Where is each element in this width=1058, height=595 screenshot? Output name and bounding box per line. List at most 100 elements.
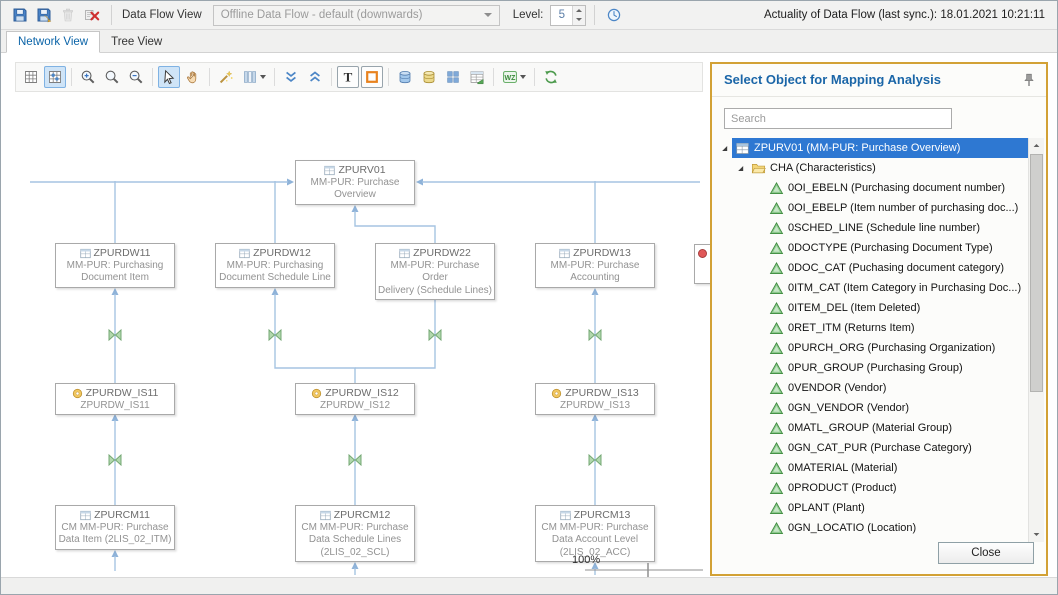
separator <box>331 68 332 86</box>
tree-item[interactable]: 0GN_VENDOR (Vendor) <box>713 398 1028 418</box>
flow-node-zpurcm11[interactable]: ZPURCM11CM MM-PUR: PurchaseData Item (2L… <box>55 505 175 550</box>
indent-spacer <box>753 423 764 434</box>
tree-item[interactable]: 0PLANT (Plant) <box>713 498 1028 518</box>
scroll-up-icon[interactable] <box>1029 138 1044 153</box>
flow-node-zpurdw_is12[interactable]: ZPURDW_IS12ZPURDW_IS12 <box>295 383 415 415</box>
export-table-icon[interactable] <box>466 66 488 88</box>
pin-icon[interactable] <box>1018 69 1040 91</box>
database-blue-icon[interactable] <box>394 66 416 88</box>
indent-spacer <box>753 463 764 474</box>
refresh-icon[interactable] <box>540 66 562 88</box>
dropdown-value: Offline Data Flow - default (downwards) <box>221 9 423 21</box>
tree-item[interactable]: 0OI_EBELP (Item number of purchasing doc… <box>713 198 1028 218</box>
auto-layout-icon[interactable] <box>215 66 237 88</box>
tree-item[interactable]: 0GN_LOCATIO (Location) <box>713 518 1028 538</box>
spin-up-icon[interactable] <box>573 6 585 16</box>
indent-spacer <box>753 503 764 514</box>
zoom-level-label: 100% <box>572 554 600 566</box>
indent-spacer <box>753 323 764 334</box>
tree-item[interactable]: 0DOCTYPE (Purchasing Document Type) <box>713 238 1028 258</box>
pointer-icon[interactable] <box>158 66 180 88</box>
tree-item[interactable]: 0RET_ITM (Returns Item) <box>713 318 1028 338</box>
flow-node-zpurdw13[interactable]: ZPURDW13MM-PUR: PurchaseAccounting <box>535 243 655 288</box>
levels-icon[interactable] <box>239 66 269 88</box>
separator <box>111 5 112 25</box>
flow-node-zpurdw12[interactable]: ZPURDW12MM-PUR: PurchasingDocument Sched… <box>215 243 335 288</box>
diagram-toolbar: T WZ <box>15 62 703 92</box>
pan-hand-icon[interactable] <box>182 66 204 88</box>
zoom-original-icon[interactable] <box>101 66 123 88</box>
collapse-all-icon[interactable] <box>304 66 326 88</box>
zoom-in-icon[interactable] <box>77 66 99 88</box>
tree-root-item[interactable]: ZPURV01 (MM-PUR: Purchase Overview) <box>713 138 1028 158</box>
characteristic-icon <box>769 321 784 336</box>
matrix-icon[interactable] <box>442 66 464 88</box>
tree-item[interactable]: 0DOC_CAT (Puchasing document category) <box>713 258 1028 278</box>
show-grid-icon[interactable] <box>20 66 42 88</box>
highlight-frame-icon[interactable] <box>361 66 383 88</box>
indent-spacer <box>753 343 764 354</box>
tree-item[interactable]: 0MATL_GROUP (Material Group) <box>713 418 1028 438</box>
panel-title: Select Object for Mapping Analysis <box>724 72 941 87</box>
tab-tree-view[interactable]: Tree View <box>100 32 173 52</box>
tree-item[interactable]: 0PRODUCT (Product) <box>713 478 1028 498</box>
tree-item[interactable]: 0ITM_CAT (Item Category in Purchasing Do… <box>713 278 1028 298</box>
characteristic-icon <box>769 521 784 536</box>
remove-assignment-icon[interactable] <box>81 4 103 26</box>
tree-group-item[interactable]: CHA (Characteristics) <box>713 158 1028 178</box>
tree-item[interactable]: 0PUR_GROUP (Purchasing Group) <box>713 358 1028 378</box>
level-spinner[interactable]: 5 <box>550 5 586 26</box>
sync-status-icon[interactable] <box>603 4 625 26</box>
search-input[interactable] <box>724 108 952 129</box>
flow-node-zpurdw_is11[interactable]: ZPURDW_IS11ZPURDW_IS11 <box>55 383 175 415</box>
tree-item[interactable]: 0MATERIAL (Material) <box>713 458 1028 478</box>
indent-spacer <box>753 483 764 494</box>
tree-item[interactable]: 0SCHED_LINE (Schedule line number) <box>713 218 1028 238</box>
flow-node-zpurdw11[interactable]: ZPURDW11MM-PUR: PurchasingDocument Item <box>55 243 175 288</box>
svg-text:T: T <box>344 70 353 85</box>
database-yellow-icon[interactable] <box>418 66 440 88</box>
tree-item[interactable]: 0GN_CAT_PUR (Purchase Category) <box>713 438 1028 458</box>
zoom-out-icon[interactable] <box>125 66 147 88</box>
scroll-down-icon[interactable] <box>1029 527 1044 542</box>
indent-spacer <box>753 383 764 394</box>
characteristic-icon <box>769 401 784 416</box>
characteristic-icon <box>769 181 784 196</box>
flow-node-zpurcm12[interactable]: ZPURCM12CM MM-PUR: PurchaseData Schedule… <box>295 505 415 562</box>
expander-icon[interactable] <box>735 163 746 174</box>
status-icon <box>697 248 708 259</box>
data-flow-dropdown[interactable]: Offline Data Flow - default (downwards) <box>213 5 500 26</box>
scrollbar-thumb[interactable] <box>1030 154 1043 392</box>
indent-spacer <box>753 303 764 314</box>
where-used-icon[interactable]: WZ <box>499 66 529 88</box>
infoprovider-icon <box>559 248 570 259</box>
characteristic-icon <box>769 301 784 316</box>
indent-spacer <box>753 183 764 194</box>
tree-item[interactable]: 0VENDOR (Vendor) <box>713 378 1028 398</box>
separator <box>493 68 494 86</box>
data-flow-view-label: Data Flow View <box>122 9 202 21</box>
snap-to-grid-icon[interactable] <box>44 66 66 88</box>
level-label: Level: <box>513 9 544 21</box>
tree-item[interactable]: 0ITEM_DEL (Item Deleted) <box>713 298 1028 318</box>
infoprovider-icon <box>399 248 410 259</box>
tree-item[interactable]: 0OI_EBELN (Purchasing document number) <box>713 178 1028 198</box>
save-icon[interactable] <box>9 4 31 26</box>
status-bar <box>1 577 1057 594</box>
save-as-icon[interactable] <box>33 4 55 26</box>
flow-node-zpurdw22[interactable]: ZPURDW22MM-PUR: Purchase OrderDelivery (… <box>375 243 495 300</box>
flow-node-zpurv01[interactable]: ZPURV01MM-PUR: PurchaseOverview <box>295 160 415 205</box>
tree-item[interactable]: 0PURCH_ORG (Purchasing Organization) <box>713 338 1028 358</box>
infoprovider-icon <box>735 141 750 156</box>
close-button[interactable]: Close <box>938 542 1034 564</box>
expander-icon[interactable] <box>719 143 730 154</box>
tab-network-view[interactable]: Network View <box>6 31 100 53</box>
characteristic-icon <box>769 261 784 276</box>
text-tool-icon[interactable]: T <box>337 66 359 88</box>
expand-all-icon[interactable] <box>280 66 302 88</box>
flow-node-zpurdw_is13[interactable]: ZPURDW_IS13ZPURDW_IS13 <box>535 383 655 415</box>
delete-icon[interactable] <box>57 4 79 26</box>
tree-scrollbar[interactable] <box>1028 138 1044 542</box>
spin-down-icon[interactable] <box>573 15 585 25</box>
characteristic-icon <box>769 341 784 356</box>
